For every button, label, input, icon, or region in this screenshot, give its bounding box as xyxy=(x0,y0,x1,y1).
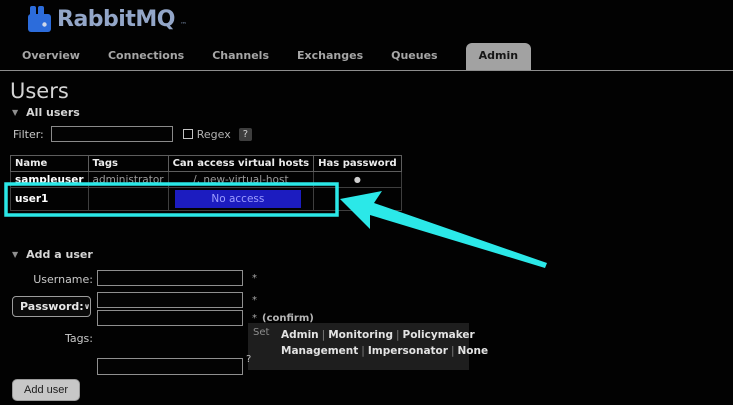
tag-options-line1: Admin | Monitoring | Policymaker xyxy=(281,327,488,343)
tags-help-panel: Set Admin | Monitoring | Policymaker Managem… xyxy=(248,323,488,370)
filter-row: Filter: Regex ? xyxy=(13,126,253,142)
add-user-section: ▼ Add a user Username: * Password: ∨ * *… xyxy=(0,248,733,405)
tab-connections[interactable]: Connections xyxy=(108,49,184,70)
user-tags-cell xyxy=(87,187,169,211)
password-required-marker: * xyxy=(252,295,257,306)
password-field[interactable] xyxy=(97,292,243,308)
collapse-arrow-icon: ▼ xyxy=(12,108,19,117)
col-header-name: Name xyxy=(10,155,89,172)
has-password-indicator: ● xyxy=(313,171,402,188)
tab-exchanges[interactable]: Exchanges xyxy=(297,49,363,70)
page-title: Users xyxy=(10,79,69,103)
table-header-row: Name Tags Can access virtual hosts Has p… xyxy=(10,155,402,172)
tag-link-management[interactable]: Management xyxy=(281,345,358,357)
tag-link-admin[interactable]: Admin xyxy=(281,329,319,341)
tab-overview[interactable]: Overview xyxy=(22,49,80,70)
user-name-link[interactable]: user1 xyxy=(10,187,89,211)
username-required-marker: * xyxy=(252,273,257,284)
filter-input[interactable] xyxy=(50,126,173,142)
tag-link-impersonator[interactable]: Impersonator xyxy=(368,345,448,357)
rabbitmq-logo[interactable]: RabbitMQ ™ xyxy=(27,5,187,37)
col-header-has-password: Has password xyxy=(313,155,402,172)
main-tabbar: Overview Connections Channels Exchanges … xyxy=(0,43,733,71)
username-label: Username: xyxy=(33,273,93,286)
has-password-indicator: ● xyxy=(313,187,402,211)
users-table: Name Tags Can access virtual hosts Has p… xyxy=(10,155,402,211)
password-confirm-field[interactable] xyxy=(97,310,243,326)
regex-checkbox[interactable] xyxy=(182,129,193,139)
tags-help-icon[interactable]: ? xyxy=(246,354,251,365)
tab-queues[interactable]: Queues xyxy=(391,49,437,70)
tag-separator: | xyxy=(321,329,326,341)
brand-trademark: ™ xyxy=(179,21,187,29)
tags-label: Tags: xyxy=(64,332,93,345)
set-label: Set xyxy=(253,327,270,338)
username-field[interactable] xyxy=(97,270,243,286)
table-row-sampleuser: sampleuser administrator /, new-virtual-… xyxy=(10,171,402,188)
regex-label: Regex xyxy=(196,127,231,141)
add-user-section-title: Add a user xyxy=(26,248,93,261)
user-vhosts-cell: /, new-virtual-host xyxy=(167,171,315,188)
chevron-down-icon: ∨ xyxy=(83,302,91,311)
all-users-section-title: All users xyxy=(26,106,80,119)
tag-link-policymaker[interactable]: Policymaker xyxy=(403,329,475,341)
password-select-label: Password: xyxy=(20,300,84,313)
user-tags-cell: administrator xyxy=(87,171,169,188)
password-type-select[interactable]: Password: ∨ xyxy=(12,296,91,317)
tab-admin[interactable]: Admin xyxy=(465,43,532,70)
collapse-arrow-icon: ▼ xyxy=(12,250,19,259)
all-users-section-header[interactable]: ▼ All users xyxy=(12,106,80,119)
rabbitmq-logo-icon xyxy=(27,5,52,37)
tag-link-monitoring[interactable]: Monitoring xyxy=(328,329,393,341)
col-header-tags: Tags xyxy=(87,155,169,172)
filter-help-icon[interactable]: ? xyxy=(238,127,253,141)
no-access-badge: No access xyxy=(174,190,302,208)
tag-options: Admin | Monitoring | Policymaker Management |… xyxy=(279,327,488,370)
tab-channels[interactable]: Channels xyxy=(212,49,269,70)
tag-separator: | xyxy=(361,345,365,357)
table-row-user1: user1 No access ● xyxy=(10,187,402,211)
rabbitmq-admin-users-screen: RabbitMQ ™ Overview Connections Channels… xyxy=(0,0,733,405)
col-header-vhosts: Can access virtual hosts xyxy=(167,155,315,172)
filter-label: Filter: xyxy=(13,127,44,141)
user-name-link[interactable]: sampleuser xyxy=(10,171,89,188)
tag-separator: | xyxy=(450,345,455,357)
add-user-button[interactable]: Add user xyxy=(12,379,81,401)
add-user-section-header[interactable]: ▼ Add a user xyxy=(12,248,93,261)
tag-link-none[interactable]: None xyxy=(458,345,489,357)
tags-field[interactable] xyxy=(97,358,243,375)
tag-separator: | xyxy=(395,329,400,341)
tag-options-line2: Management | Impersonator | None xyxy=(281,343,488,359)
brand-name: RabbitMQ xyxy=(57,7,175,32)
user-vhosts-cell: No access xyxy=(167,187,315,211)
